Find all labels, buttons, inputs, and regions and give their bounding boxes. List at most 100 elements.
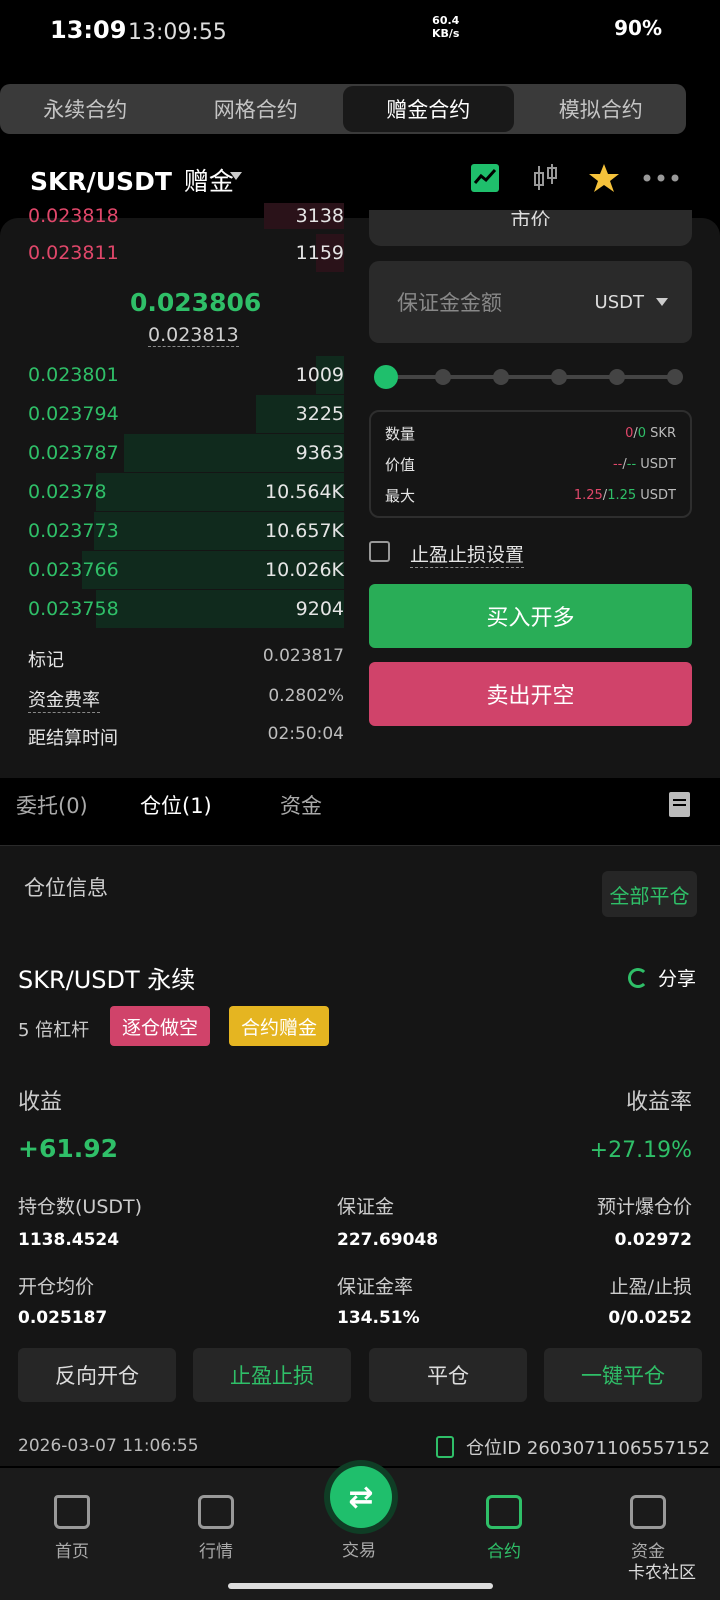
trade-swap-icon[interactable]: ⇄	[330, 1466, 392, 1528]
favorite-star-icon[interactable]	[588, 163, 620, 193]
ask-price: 0.023818	[28, 205, 119, 227]
orderbook-bid-row[interactable]: 0.023787 9363	[28, 434, 344, 472]
bid-qty: 10.026K	[265, 559, 344, 581]
qty-label: 数量	[385, 425, 416, 443]
chevron-down-icon	[656, 298, 668, 306]
qty-value: 0/0 SKR	[625, 426, 676, 441]
margin-slider-track[interactable]	[385, 375, 675, 379]
tab-grid[interactable]: 网格合约	[171, 84, 342, 134]
nav-assets[interactable]: 资金	[608, 1495, 688, 1562]
bid-qty: 10.657K	[265, 520, 344, 542]
tab-funds[interactable]: 资金	[280, 790, 322, 820]
wallet-icon	[630, 1495, 666, 1529]
slider-step[interactable]	[609, 369, 625, 385]
margin-unit-select[interactable]: USDT	[595, 292, 668, 313]
margin-label: 保证金	[337, 1196, 395, 1218]
pnl-value: +61.92	[18, 1134, 119, 1163]
copy-icon[interactable]	[436, 1436, 454, 1458]
pnl-label: 收益	[18, 1090, 63, 1115]
mark-price: 0.023813	[148, 324, 239, 347]
entry-price-label: 开仓均价	[18, 1276, 95, 1298]
home-indicator[interactable]	[228, 1583, 493, 1589]
orderbook-ask-row[interactable]: 0.023811 1159	[28, 234, 344, 272]
bid-price: 0.023766	[28, 559, 119, 581]
tab-bonus[interactable]: 赠金合约	[343, 86, 514, 132]
tpsl-checkbox[interactable]	[369, 541, 390, 562]
settle-label: 距结算时间	[28, 728, 118, 749]
tab-orders[interactable]: 委托(0)	[16, 790, 88, 820]
pair-type: 赠金	[183, 167, 234, 196]
slider-step[interactable]	[667, 369, 683, 385]
tab-perpetual[interactable]: 永续合约	[0, 84, 171, 134]
margin-input[interactable]: 保证金金额 USDT	[369, 261, 692, 343]
margin-rate-label: 保证金率	[337, 1276, 414, 1298]
pair-symbol: SKR/USDT	[30, 167, 172, 196]
orderbook-bid-row[interactable]: 0.023801 1009	[28, 356, 344, 394]
nav-home[interactable]: 首页	[32, 1495, 112, 1562]
mark-label: 标记	[28, 650, 64, 671]
share-button[interactable]: 分享	[628, 964, 696, 991]
pair-selector[interactable]: SKR/USDT 赠金	[30, 162, 234, 198]
orderbook-ask-row[interactable]: 0.023818 3138	[28, 203, 344, 229]
position-size-label: 持仓数(USDT)	[18, 1196, 143, 1218]
leverage-label: 5 倍杠杆	[18, 1020, 90, 1041]
slider-handle[interactable]	[374, 365, 398, 389]
mark-row: 标记 0.023817	[28, 646, 344, 672]
bid-qty: 3225	[295, 403, 344, 425]
margin-rate-value: 134.51%	[337, 1308, 420, 1328]
position-id[interactable]: 仓位ID 2603071106557152	[436, 1434, 710, 1460]
nav-trade-label[interactable]: 交易	[342, 1536, 376, 1561]
liquidation-price-value: 0.02972	[614, 1230, 692, 1250]
candlestick-icon[interactable]	[532, 162, 560, 194]
more-icon[interactable]	[643, 174, 679, 182]
bid-qty: 9204	[295, 598, 344, 620]
close-all-button[interactable]: 全部平仓	[602, 871, 697, 917]
bid-price: 0.023758	[28, 598, 119, 620]
chevron-down-icon[interactable]	[230, 172, 242, 180]
pnl-rate-label: 收益率	[625, 1090, 692, 1115]
buy-long-button[interactable]: 买入开多	[369, 584, 692, 648]
nav-market[interactable]: 行情	[176, 1495, 256, 1562]
funding-row[interactable]: 资金费率 0.2802%	[28, 686, 344, 713]
value-label: 价值	[385, 456, 416, 474]
funding-label[interactable]: 资金费率	[28, 686, 100, 713]
close-position-button[interactable]: 平仓	[369, 1348, 527, 1402]
orderbook-bid-row[interactable]: 0.02378 10.564K	[28, 473, 344, 511]
sell-short-button[interactable]: 卖出开空	[369, 662, 692, 726]
slider-step[interactable]	[551, 369, 567, 385]
reverse-position-button[interactable]: 反向开仓	[18, 1348, 176, 1402]
orderbook-bid-row[interactable]: 0.023773 10.657K	[28, 512, 344, 550]
orderbook-bid-row[interactable]: 0.023766 10.026K	[28, 551, 344, 589]
bid-price: 0.023773	[28, 520, 119, 542]
position-size-value: 1138.4524	[18, 1230, 120, 1250]
nav-home-label: 首页	[55, 1542, 89, 1562]
tab-positions[interactable]: 仓位(1)	[140, 790, 212, 820]
tpsl-button[interactable]: 止盈止损	[193, 1348, 351, 1402]
bid-qty: 1009	[295, 364, 344, 386]
ask-qty: 1159	[295, 242, 344, 264]
settle-row: 距结算时间 02:50:04	[28, 724, 344, 750]
orderbook-bid-row[interactable]: 0.023758 9204	[28, 590, 344, 628]
isolated-short-badge: 逐仓做空	[110, 1006, 211, 1046]
one-click-close-button[interactable]: 一键平仓	[544, 1348, 702, 1402]
watermark: 卡农社区	[628, 1563, 696, 1583]
chart-icon[interactable]	[470, 163, 500, 193]
tab-demo[interactable]: 模拟合约	[516, 84, 687, 134]
tpsl-label: 止盈/止损	[609, 1276, 692, 1298]
liquidation-price-label: 预计爆仓价	[596, 1196, 692, 1218]
list-icon[interactable]	[669, 792, 690, 817]
order-type-label: 市价	[510, 208, 551, 226]
max-value: 1.25/1.25 USDT	[573, 488, 676, 503]
network-speed: 60.4 KB/s	[432, 14, 460, 40]
orderbook-bid-row[interactable]: 0.023794 3225	[28, 395, 344, 433]
tpsl-settings-label[interactable]: 止盈止损设置	[410, 540, 525, 568]
slider-step[interactable]	[493, 369, 509, 385]
nav-contract[interactable]: 合约	[464, 1495, 544, 1562]
contract-bonus-badge: 合约赠金	[229, 1006, 330, 1046]
slider-step[interactable]	[435, 369, 451, 385]
status-time: 13:09	[50, 16, 127, 44]
funding-value: 0.2802%	[268, 686, 344, 706]
order-type-select[interactable]: 市价	[369, 208, 692, 246]
max-label: 最大	[385, 487, 416, 505]
share-icon	[628, 967, 648, 988]
